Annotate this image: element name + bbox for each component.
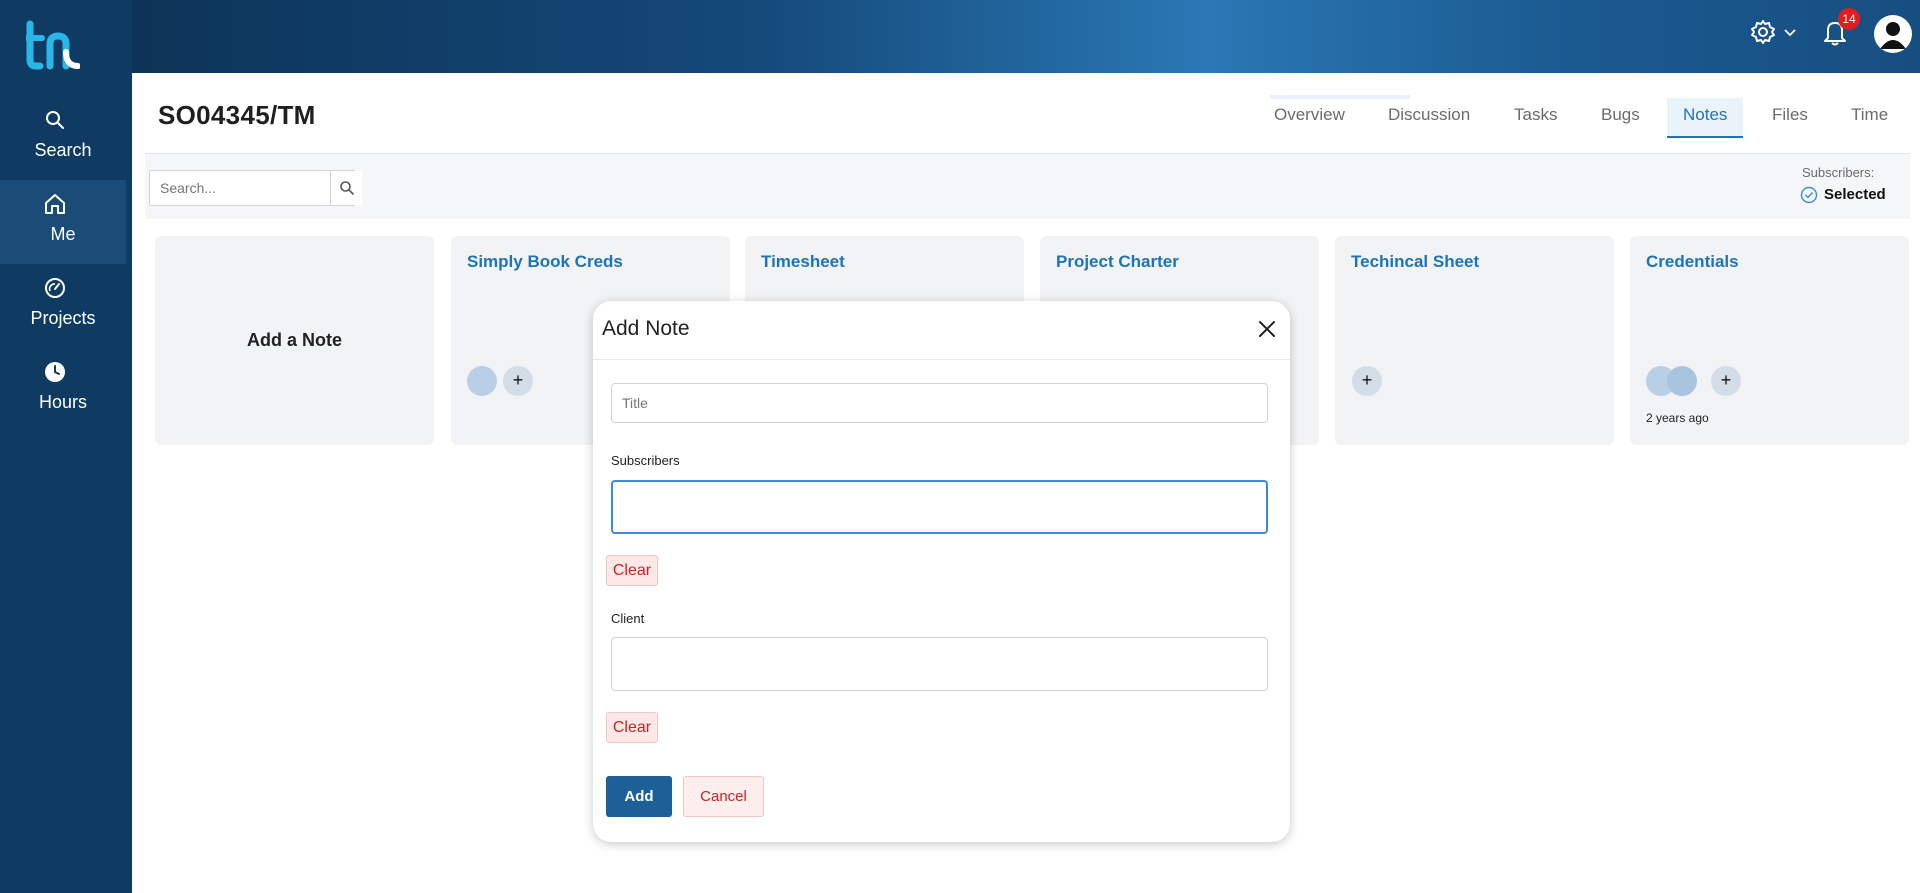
add-note-card[interactable]: Add a Note (155, 236, 434, 445)
notes-toolbar: Subscribers: Selected (145, 153, 1910, 219)
client-label: Client (611, 611, 645, 626)
search-button[interactable] (330, 171, 362, 205)
client-field (611, 637, 1268, 691)
subscriber-avatar (1667, 366, 1697, 396)
top-header-bar (132, 0, 1920, 73)
search-input[interactable] (150, 171, 330, 205)
note-title[interactable]: Credentials (1646, 252, 1739, 272)
close-icon[interactable] (1257, 319, 1277, 339)
check-circle-icon (1800, 186, 1818, 204)
tab-discussion[interactable]: Discussion (1388, 98, 1470, 138)
note-card[interactable]: Techincal Sheet + (1335, 236, 1614, 445)
note-title[interactable]: Simply Book Creds (467, 252, 623, 272)
sidebar-item-me[interactable]: Me (0, 180, 126, 264)
notification-badge: 14 (1838, 8, 1860, 30)
sidebar-item-projects[interactable]: Projects (0, 264, 126, 348)
note-title[interactable]: Techincal Sheet (1351, 252, 1479, 272)
cancel-button[interactable]: Cancel (683, 776, 764, 817)
note-timestamp: 2 years ago (1646, 411, 1709, 425)
user-avatar-icon[interactable] (1874, 15, 1912, 53)
sidebar-item-label: Hours (38, 392, 87, 412)
gauge-icon (45, 278, 65, 298)
dialog-header: Add Note (593, 301, 1290, 360)
search-box (149, 170, 362, 206)
title-input[interactable] (612, 384, 1267, 422)
add-subscriber-button[interactable]: + (1352, 366, 1382, 396)
subscribers-field (611, 480, 1268, 534)
subscribers-input[interactable] (613, 482, 1266, 532)
tab-notes[interactable]: Notes (1667, 98, 1744, 138)
add-note-label: Add a Note (246, 330, 342, 350)
subscriber-avatar (467, 366, 497, 396)
tab-time[interactable]: Time (1851, 98, 1888, 138)
sidebar-item-hours[interactable]: Hours (0, 348, 126, 432)
tab-bugs[interactable]: Bugs (1601, 98, 1640, 138)
add-note-dialog: Add Note Subscribers Clear Client Clear … (593, 301, 1290, 842)
tab-tasks[interactable]: Tasks (1514, 98, 1557, 138)
subscribers-filter-value: Selected (1824, 186, 1886, 203)
sidebar-item-label: Search (34, 140, 92, 160)
clear-subscribers-button[interactable]: Clear (606, 555, 658, 586)
title-field (611, 383, 1268, 423)
add-button[interactable]: Add (606, 776, 672, 817)
note-title[interactable]: Project Charter (1056, 252, 1179, 272)
subscribers-label: Subscribers (611, 453, 680, 468)
dialog-title: Add Note (602, 317, 690, 340)
clear-client-button[interactable]: Clear (606, 712, 658, 743)
sidebar-item-label: Me (50, 224, 76, 244)
add-subscriber-button[interactable]: + (1711, 366, 1741, 396)
note-title[interactable]: Timesheet (761, 252, 845, 272)
subscribers-filter-label: Subscribers: (1802, 165, 1875, 180)
search-icon (340, 181, 354, 195)
gear-icon[interactable] (1749, 18, 1777, 46)
client-input[interactable] (612, 638, 1267, 690)
note-card[interactable]: Credentials + 2 years ago (1630, 236, 1909, 445)
tab-files[interactable]: Files (1772, 98, 1808, 138)
chevron-down-icon[interactable] (1783, 28, 1797, 38)
tab-bar: Overview Discussion Tasks Bugs Notes Fil… (0, 98, 1920, 138)
sidebar-item-label: Projects (30, 308, 96, 328)
home-icon (45, 194, 65, 214)
tab-overview[interactable]: Overview (1274, 98, 1345, 138)
th-logo[interactable] (26, 20, 80, 70)
subscribers-filter[interactable]: Selected (1800, 186, 1886, 204)
clock-icon (45, 362, 65, 382)
add-subscriber-button[interactable]: + (503, 366, 533, 396)
